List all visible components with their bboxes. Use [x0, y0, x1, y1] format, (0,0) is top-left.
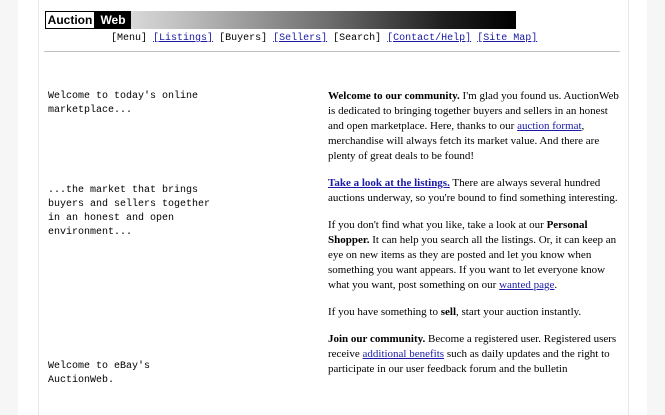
- join-heading: Join our community.: [328, 333, 426, 345]
- shopper-text: If you don't find what you like, take a …: [328, 219, 547, 231]
- logo-web-text: Web: [95, 11, 131, 29]
- nav-bar: [Menu] [Listings] [Buyers] [Sellers] [Se…: [111, 33, 537, 44]
- intro-paragraph: Welcome to our community. I'm glad you f…: [328, 89, 624, 164]
- shopper-text-mid: It can help you search all the listings.…: [328, 234, 617, 291]
- page-margin-left: [0, 0, 18, 415]
- margin-line-left: [38, 0, 39, 415]
- additional-benefits-link[interactable]: additional benefits: [363, 348, 445, 360]
- auction-format-link[interactable]: auction format: [517, 120, 581, 132]
- header-divider: [44, 51, 620, 52]
- nav-site-map-link[interactable]: [Site Map]: [477, 33, 537, 44]
- shopper-text-end: .: [554, 279, 558, 291]
- left-ebay-welcome-text: Welcome to eBay's AuctionWeb.: [48, 361, 151, 386]
- sell-paragraph: If you have something to sell, start you…: [328, 305, 624, 320]
- nav-listings-link[interactable]: [Listings]: [153, 33, 213, 44]
- join-paragraph: Join our community. Become a registered …: [328, 332, 624, 377]
- nav-buyers[interactable]: [Buyers]: [219, 33, 267, 44]
- sell-bold: sell: [440, 306, 457, 318]
- page-margin-right: [647, 0, 665, 415]
- logo-auction-text: Auction: [45, 11, 95, 29]
- take-a-look-listings-link[interactable]: Take a look at the listings.: [328, 177, 450, 189]
- sell-text-end: , start your auction instantly.: [456, 306, 582, 318]
- left-welcome-text: Welcome to today's online marketplace...: [48, 91, 199, 116]
- main-content: Welcome to our community. I'm glad you f…: [328, 89, 624, 389]
- left-market-text: ...the market that brings buyers and sel…: [48, 185, 211, 238]
- personal-shopper-paragraph: If you don't find what you like, take a …: [328, 218, 624, 293]
- margin-line-right: [628, 0, 629, 415]
- nav-menu[interactable]: [Menu]: [111, 33, 147, 44]
- nav-search[interactable]: [Search]: [333, 33, 381, 44]
- sell-text: If you have something to: [328, 306, 441, 318]
- wanted-page-link[interactable]: wanted page: [499, 279, 554, 291]
- nav-contact-help-link[interactable]: [Contact/Help]: [387, 33, 471, 44]
- listings-paragraph: Take a look at the listings. There are a…: [328, 176, 624, 206]
- intro-heading: Welcome to our community.: [328, 90, 460, 102]
- nav-sellers-link[interactable]: [Sellers]: [273, 33, 327, 44]
